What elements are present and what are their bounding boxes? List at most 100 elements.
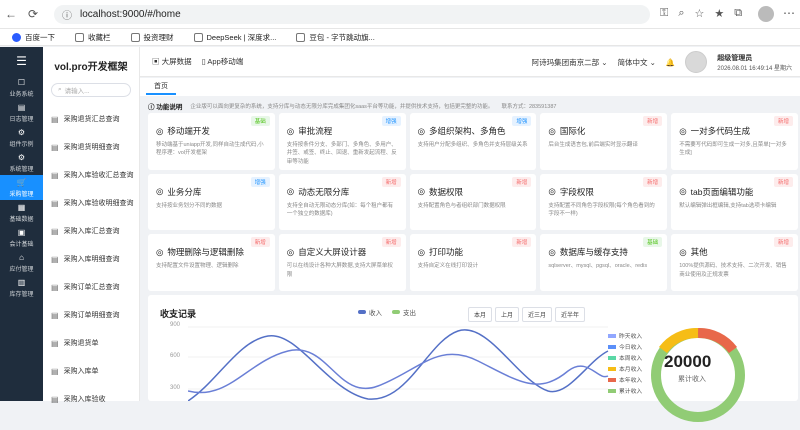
info-icon[interactable]: ⓘ bbox=[62, 7, 72, 22]
feature-card[interactable]: 基础 ◎ 移动端开发 移动端基于uniapp开发,同样自动生成代码,小程序理：vol开… bbox=[148, 113, 275, 170]
card-badge: 基础 bbox=[250, 116, 270, 126]
extensions-icon[interactable]: ⧉ bbox=[734, 7, 742, 20]
menu-toggle-icon[interactable]: ☰ bbox=[0, 47, 43, 75]
feature-card[interactable]: 增强 ◎ 多组织架构、多角色 支持用户分配多组织、多角色并支持层级关系 bbox=[409, 113, 537, 170]
feature-card[interactable]: 新增 ◎ 一对多代码生成 不需要写代码即可生成一对多,且菜单[一对多生成] bbox=[671, 113, 798, 170]
legend-expense-label: 支出 bbox=[403, 310, 416, 317]
profile-avatar[interactable] bbox=[758, 6, 774, 22]
card-title-text: 移动端开发 bbox=[167, 126, 210, 136]
card-title-text: 其他 bbox=[690, 247, 708, 258]
submenu-item-2[interactable]: ▤ 采购入库验收汇总查询 bbox=[43, 161, 139, 189]
function-title-text: 功能说明 bbox=[156, 103, 183, 111]
period-this-month[interactable]: 本月 bbox=[468, 307, 493, 322]
field-icon: ◎ bbox=[548, 186, 556, 197]
tab-home[interactable]: 首页 bbox=[146, 79, 176, 95]
sidebar-item-3[interactable]: ⚙ 系统管理 bbox=[0, 150, 43, 175]
user-avatar[interactable] bbox=[685, 51, 708, 73]
donut-legend-item[interactable]: 昨天收入 bbox=[608, 330, 642, 341]
donut-legend-item[interactable]: 本月收入 bbox=[608, 363, 642, 374]
submenu-item-6[interactable]: ▤ 采购订单汇总查询 bbox=[43, 273, 139, 301]
legend-expense[interactable]: 支出 bbox=[392, 307, 416, 317]
feature-card[interactable]: 新增 ◎ 其他 100%提供源码、技术支持、二次开发、销售商业使用及正规发票 bbox=[671, 234, 798, 291]
sidebar-item-2[interactable]: ⚙ 组件示例 bbox=[0, 125, 43, 150]
feature-card[interactable]: 增强 ◎ 审批流程 支持按条件分支、多部门、多角色、多用户、并签、或签、终止、回退、重… bbox=[278, 113, 406, 170]
favorites-icon[interactable]: ★ bbox=[714, 7, 724, 20]
donut-legend-item[interactable]: 累计收入 bbox=[608, 385, 642, 396]
app-mobile-link[interactable]: ▯ App移动端 bbox=[202, 56, 244, 67]
bookmark-2[interactable]: 投资理财 bbox=[130, 32, 174, 43]
period-three-months[interactable]: 近三月 bbox=[522, 307, 553, 322]
document-icon: ▤ bbox=[51, 170, 59, 180]
feature-card[interactable]: 新增 ◎ 物理删除与逻辑删除 支持配置文件设置物理、逻辑删除 bbox=[148, 234, 275, 291]
submenu-item-7[interactable]: ▤ 采购订单明细查询 bbox=[43, 301, 139, 329]
donut-legend-label: 昨天收入 bbox=[619, 334, 643, 340]
language-select[interactable]: 简体中文 ⌄ bbox=[618, 57, 656, 68]
donut-label: 累计收入 bbox=[678, 376, 706, 383]
submenu-panel: vol.pro开发框架 ⌕ 请输入... ▤ 采购退货汇总查询 ▤ 采购退货明细查询 ▤… bbox=[43, 47, 140, 404]
donut-legend-item[interactable]: 本周收入 bbox=[608, 352, 642, 363]
card-badge: 新增 bbox=[250, 237, 270, 248]
sidebar-item-6[interactable]: ▣ 会计基础 bbox=[0, 225, 43, 250]
feature-card[interactable]: 新增 ◎ 数据权限 支持配置角色与者组织部门数据权限 bbox=[409, 173, 537, 231]
submenu-item-3[interactable]: ▤ 采购入库验收明细查询 bbox=[43, 189, 139, 217]
period-half-year[interactable]: 近半年 bbox=[555, 307, 586, 322]
submenu-label: 采购订单明细查询 bbox=[63, 312, 120, 319]
submenu-item-9[interactable]: ▤ 采购入库单 bbox=[43, 357, 139, 385]
submenu-item-4[interactable]: ▤ 采购入库汇总查询 bbox=[43, 217, 139, 245]
submenu-item-0[interactable]: ▤ 采购退货汇总查询 bbox=[43, 105, 139, 133]
feature-card[interactable]: 新增 ◎ 字段权限 支持配置不同角色字段权限(每个角色看到的字段不一样) bbox=[540, 173, 668, 231]
bookmark-1[interactable]: 收藏栏 bbox=[75, 32, 111, 43]
feature-card[interactable]: 新增 ◎ 动态无限分库 支持全自动无限动态分库(如：每个租户都有一个独立的数据库) bbox=[278, 173, 406, 231]
submenu-item-10[interactable]: ▤ 采购入库验收 bbox=[43, 385, 139, 413]
sidebar-item-7[interactable]: ⌂ 应付管理 bbox=[0, 250, 43, 275]
bookmark-4[interactable]: 豆包 - 字节跳动旗... bbox=[296, 32, 375, 43]
feature-card[interactable]: 新增 ◎ 国际化 后台生成语言包,前后端实时显示翻译 bbox=[540, 113, 668, 170]
feature-card[interactable]: 增强 ◎ 业务分库 支持按业务划分不同的数据 bbox=[148, 173, 275, 231]
sidebar-item-5[interactable]: ▦ 基础数据 bbox=[0, 200, 43, 225]
refresh-icon[interactable]: ⟳ bbox=[22, 7, 44, 21]
card-badge: 新增 bbox=[512, 237, 532, 248]
legend-income[interactable]: 收入 bbox=[358, 307, 382, 317]
submenu-label: 采购入库单 bbox=[63, 368, 99, 375]
card-badge: 新增 bbox=[773, 176, 793, 187]
submenu-item-5[interactable]: ▤ 采购入库明细查询 bbox=[43, 245, 139, 273]
feature-card[interactable]: 基础 ◎ 数据库与缓存支持 sqlserver、mysql、pgsql、oracle、… bbox=[540, 234, 668, 291]
sidebar-item-8[interactable]: ▥ 库存管理 bbox=[0, 275, 43, 300]
big-screen-link[interactable]: ▣ 大屏数据 bbox=[152, 56, 192, 67]
bell-icon[interactable]: 🔔 bbox=[666, 58, 675, 67]
company-select[interactable]: 阿诗玛集团南京二部 ⌄ bbox=[532, 57, 608, 68]
period-last-month[interactable]: 上月 bbox=[495, 307, 520, 322]
card-title-text: 数据权限 bbox=[429, 186, 464, 197]
donut-legend-item[interactable]: 今日收入 bbox=[608, 341, 642, 352]
sidebar-item-1[interactable]: ▤ 日志管理 bbox=[0, 100, 43, 125]
donut-value: 20000 bbox=[664, 352, 712, 371]
card-title: ◎ 多组织架构、多角色 bbox=[418, 125, 529, 137]
star-icon[interactable]: ☆ bbox=[695, 7, 705, 20]
card-title-text: 动态无限分库 bbox=[298, 186, 350, 197]
key-icon[interactable]: ⚿ bbox=[660, 7, 668, 20]
more-icon[interactable]: ⋯ bbox=[783, 6, 795, 20]
feature-card[interactable]: 新增 ◎ 自定义大屏设计器 可以在线设计各种大屏数据,支持大屏菜单权限 bbox=[278, 234, 406, 291]
feature-card[interactable]: 新增 ◎ 打印功能 支持自定义在线打印设计 bbox=[409, 234, 537, 291]
series-income-line bbox=[188, 329, 609, 401]
bookmark-0[interactable]: 百度一下 bbox=[12, 32, 55, 43]
card-desc: 默认编辑弹出框编辑,支持tab选项卡编辑 bbox=[679, 202, 777, 209]
sidebar-item-4[interactable]: 🛒 采购管理 bbox=[0, 175, 43, 200]
zoom-icon[interactable]: ⌕ bbox=[678, 7, 684, 20]
address-bar[interactable]: ⓘ localhost:9000/#/home bbox=[54, 5, 650, 24]
code-icon: ◎ bbox=[679, 125, 687, 136]
function-description: ⓘ 功能说明 企业版可以面向更复杂的系统，支持分库与动态无限分库完成集团化saa… bbox=[148, 100, 798, 111]
sidebar-item-0[interactable]: ☐ 业务系统 bbox=[0, 75, 43, 100]
donut-legend-item[interactable]: 本年收入 bbox=[608, 374, 642, 385]
feature-card[interactable]: 新增 ◎ tab页面编辑功能 默认编辑弹出框编辑,支持tab选项卡编辑 bbox=[671, 173, 798, 231]
submenu-item-1[interactable]: ▤ 采购退货明细查询 bbox=[43, 133, 139, 161]
sidebar-icon: ▥ bbox=[17, 277, 26, 287]
legend-income-label: 收入 bbox=[369, 310, 382, 317]
back-icon[interactable]: ← bbox=[0, 7, 22, 21]
submenu-item-8[interactable]: ▤ 采购退货单 bbox=[43, 329, 139, 357]
card-desc: 100%提供源码、技术支持、二次开发、销售商业使用及正规发票 bbox=[679, 263, 787, 278]
server-icon: ◎ bbox=[286, 186, 295, 197]
menu-search-input[interactable]: ⌕ 请输入... bbox=[51, 83, 131, 97]
submenu-label: 采购退货单 bbox=[63, 340, 99, 347]
bookmark-3[interactable]: DeepSeek | 深度求... bbox=[193, 32, 276, 43]
